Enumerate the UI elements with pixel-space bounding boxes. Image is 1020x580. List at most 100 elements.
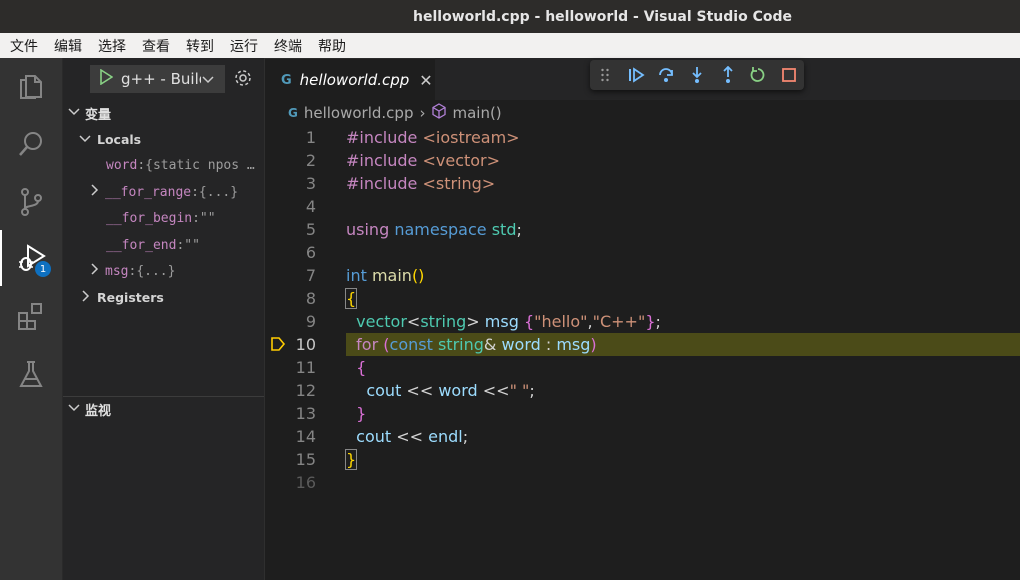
section-divider xyxy=(63,396,264,397)
menu-bar: 文件 编辑 选择 查看 转到 运行 终端 帮助 xyxy=(0,33,1020,58)
code-line: 3 #include <string> xyxy=(265,172,1020,195)
code-line-current: 10 for (const string& word : msg) xyxy=(265,333,1020,356)
restart-icon[interactable] xyxy=(743,60,774,90)
code-line: 5 using namespace std; xyxy=(265,218,1020,241)
drag-handle-icon[interactable] xyxy=(590,60,621,90)
menu-edit[interactable]: 编辑 xyxy=(45,36,89,56)
registers-scope[interactable]: Registers xyxy=(81,286,164,308)
stop-icon[interactable] xyxy=(773,60,804,90)
variable-name: msg xyxy=(105,263,129,279)
variable-name: __for_begin xyxy=(106,210,193,226)
code-line: 12 cout << word <<" "; xyxy=(265,379,1020,402)
line-number: 8 xyxy=(305,289,316,308)
code-line: 16 xyxy=(265,471,1020,494)
line-number: 12 xyxy=(295,381,316,400)
chevron-down-icon xyxy=(68,402,80,417)
variable-name: __for_range xyxy=(105,184,192,200)
step-over-icon[interactable] xyxy=(651,60,682,90)
variable-value: "" xyxy=(199,210,216,226)
breadcrumb-file[interactable]: helloworld.cpp xyxy=(304,104,414,122)
variable-value: {...} xyxy=(136,263,176,279)
cpp-file-icon: G xyxy=(281,72,292,88)
step-out-icon[interactable] xyxy=(712,60,743,90)
tab-label: helloworld.cpp xyxy=(299,71,410,89)
menu-run[interactable]: 运行 xyxy=(221,36,265,56)
code-line: 1 #include <iostream> xyxy=(265,126,1020,149)
extensions-icon[interactable] xyxy=(0,288,62,344)
breadcrumb: G helloworld.cpp › main() xyxy=(288,102,502,124)
continue-icon[interactable] xyxy=(621,60,652,90)
menu-selection[interactable]: 选择 xyxy=(89,36,133,56)
run-debug-icon[interactable]: 1 xyxy=(0,230,62,286)
editor-tab[interactable]: G helloworld.cpp ✕ xyxy=(265,58,435,101)
menu-view[interactable]: 查看 xyxy=(133,36,177,56)
menu-help[interactable]: 帮助 xyxy=(309,36,353,56)
variables-title: 变量 xyxy=(85,107,112,123)
variable-row[interactable]: __for_end: "" xyxy=(106,234,264,256)
line-number: 16 xyxy=(295,473,316,492)
launch-config-select[interactable]: g++ - Build and debug active file xyxy=(90,65,225,93)
line-number: 11 xyxy=(295,358,316,377)
locals-scope[interactable]: Locals xyxy=(79,128,141,150)
debug-sidebar: g++ - Build and debug active file 变量 Loc… xyxy=(63,58,265,580)
cpp-file-icon: G xyxy=(288,106,298,120)
testing-icon[interactable] xyxy=(0,346,62,402)
variable-value: {static npos … xyxy=(145,157,255,173)
code-line: 7 int main() xyxy=(265,264,1020,287)
start-debugging-icon[interactable] xyxy=(99,68,114,89)
watch-title: 监视 xyxy=(85,403,112,419)
line-number: 1 xyxy=(305,128,316,147)
variable-row[interactable]: __for_begin: "" xyxy=(106,207,264,229)
window-title: helloworld.cpp - helloworld - Visual Stu… xyxy=(413,8,792,25)
source-control-icon[interactable] xyxy=(0,174,62,230)
code-line: 11 { xyxy=(265,356,1020,379)
line-number: 13 xyxy=(295,404,316,423)
line-number: 10 xyxy=(295,335,316,354)
code-line: 14 cout << endl; xyxy=(265,425,1020,448)
debug-toolbar xyxy=(590,60,804,90)
chevron-right-icon xyxy=(90,263,100,279)
variable-value: "" xyxy=(184,237,200,253)
line-number: 2 xyxy=(305,151,316,170)
title-bar: helloworld.cpp - helloworld - Visual Stu… xyxy=(0,0,1020,33)
chevron-right-icon xyxy=(90,184,100,200)
line-number: 15 xyxy=(295,450,316,469)
code-line: 15 } xyxy=(265,448,1020,471)
close-icon[interactable]: ✕ xyxy=(419,71,432,90)
code-line: 9 vector<string> msg {"hello","C++"}; xyxy=(265,310,1020,333)
watch-section-header[interactable]: 监视 xyxy=(63,398,264,420)
line-number: 5 xyxy=(305,220,316,239)
line-number: 3 xyxy=(305,174,316,193)
menu-file[interactable]: 文件 xyxy=(0,36,45,56)
code-line: 6 xyxy=(265,241,1020,264)
line-number: 14 xyxy=(295,427,316,446)
line-number: 9 xyxy=(305,312,316,331)
variable-row[interactable]: word: {static npos … xyxy=(106,154,264,176)
search-icon[interactable] xyxy=(0,116,62,172)
explorer-icon[interactable] xyxy=(0,58,62,114)
menu-terminal[interactable]: 终端 xyxy=(265,36,309,56)
locals-label: Locals xyxy=(97,131,142,147)
variable-name: __for_end xyxy=(106,237,177,253)
menu-go[interactable]: 转到 xyxy=(177,36,221,56)
chevron-down-icon xyxy=(201,70,215,89)
symbol-method-icon xyxy=(431,103,447,123)
variable-value: {...} xyxy=(198,184,239,200)
step-into-icon[interactable] xyxy=(682,60,713,90)
variable-row[interactable]: msg: {...} xyxy=(90,260,264,282)
code-line: 13 } xyxy=(265,402,1020,425)
code-line: 2 #include <vector> xyxy=(265,149,1020,172)
chevron-right-icon: › xyxy=(419,104,426,122)
activity-bar: 1 xyxy=(0,58,63,580)
code-line: 8 { xyxy=(265,287,1020,310)
chevron-down-icon xyxy=(79,132,91,147)
debug-launch-bar: g++ - Build and debug active file xyxy=(63,58,264,98)
line-number: 4 xyxy=(305,197,316,216)
line-number: 7 xyxy=(305,266,316,285)
breadcrumb-symbol[interactable]: main() xyxy=(452,104,501,122)
variables-section-header[interactable]: 变量 xyxy=(63,102,264,124)
chevron-down-icon xyxy=(68,106,80,121)
launch-config-label: g++ - Build and debug active file xyxy=(121,70,201,88)
variable-row[interactable]: __for_range: {...} xyxy=(90,181,264,203)
gear-icon[interactable] xyxy=(233,68,253,92)
